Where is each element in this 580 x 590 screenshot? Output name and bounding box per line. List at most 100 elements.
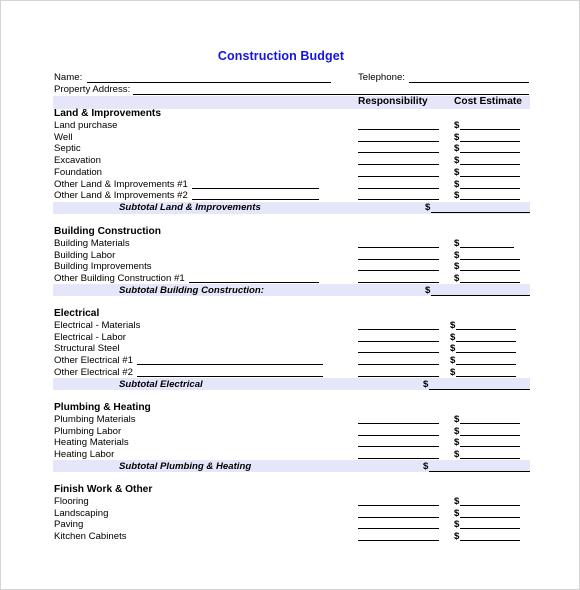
responsibility-field[interactable] <box>358 258 439 260</box>
cost-estimate-field[interactable] <box>460 140 520 142</box>
subtotal-currency-symbol: $ <box>425 202 431 213</box>
responsibility-field[interactable] <box>358 422 439 424</box>
subtotal-field[interactable] <box>429 470 530 472</box>
responsibility-field[interactable] <box>358 540 439 541</box>
cost-estimate-field[interactable] <box>460 504 520 506</box>
cost-estimate-field[interactable] <box>456 328 516 330</box>
subtotal-label: Subtotal Land & Improvements <box>119 202 261 213</box>
line-item-label: Land purchase <box>54 119 118 131</box>
subtotal-label: Subtotal Building Construction: <box>119 284 264 296</box>
line-item-label: Landscaping <box>54 507 109 519</box>
cost-estimate-field[interactable] <box>456 352 516 354</box>
subtotal-currency-symbol: $ <box>423 378 429 390</box>
telephone-field[interactable] <box>409 82 529 83</box>
other-description-field[interactable] <box>136 364 323 365</box>
currency-symbol: $ <box>454 531 460 542</box>
cost-estimate-field[interactable] <box>460 246 514 248</box>
section-heading: Land & Improvements <box>54 108 161 119</box>
currency-symbol: $ <box>454 425 460 437</box>
currency-symbol: $ <box>454 249 460 261</box>
cost-estimate-field[interactable] <box>460 187 520 189</box>
responsibility-field[interactable] <box>358 328 439 330</box>
responsibility-field[interactable] <box>358 199 439 201</box>
currency-symbol: $ <box>454 437 460 449</box>
subtotal-field[interactable] <box>431 212 530 213</box>
subtotal-label: Subtotal Electrical <box>119 378 203 390</box>
cost-estimate-field[interactable] <box>460 446 520 448</box>
line-item-label: Well <box>54 131 73 143</box>
cost-estimate-field[interactable] <box>460 270 520 272</box>
other-description-field[interactable] <box>188 282 319 283</box>
responsibility-field[interactable] <box>358 434 439 436</box>
cost-estimate-field[interactable] <box>460 152 520 154</box>
currency-symbol: $ <box>450 331 456 343</box>
responsibility-field[interactable] <box>358 187 439 189</box>
cost-estimate-field[interactable] <box>460 199 520 201</box>
currency-symbol: $ <box>454 166 460 178</box>
subtotal-field[interactable] <box>429 388 530 390</box>
cost-estimate-field[interactable] <box>460 540 520 541</box>
responsibility-field[interactable] <box>358 140 439 142</box>
currency-symbol: $ <box>454 261 460 273</box>
property-address-field[interactable] <box>133 94 529 95</box>
line-item-label: Flooring <box>54 495 89 507</box>
cost-estimate-field[interactable] <box>460 434 520 436</box>
cost-estimate-field[interactable] <box>460 128 520 130</box>
cost-estimate-field[interactable] <box>456 375 516 377</box>
other-description-field[interactable] <box>191 199 319 201</box>
currency-symbol: $ <box>454 155 460 166</box>
line-item-label: Foundation <box>54 166 103 178</box>
responsibility-field[interactable] <box>358 128 439 130</box>
currency-symbol: $ <box>454 237 460 249</box>
responsibility-field[interactable] <box>358 504 439 506</box>
cost-estimate-field[interactable] <box>460 282 520 283</box>
currency-symbol: $ <box>454 178 460 190</box>
cost-estimate-field[interactable] <box>456 340 516 342</box>
cost-estimate-field[interactable] <box>456 364 516 365</box>
cost-estimate-field[interactable] <box>460 164 520 165</box>
line-item-label: Kitchen Cabinets <box>54 531 127 542</box>
cost-estimate-field[interactable] <box>460 258 520 260</box>
section-heading: Plumbing & Heating <box>54 402 151 413</box>
name-label: Name: <box>54 72 83 83</box>
column-header-responsibility: Responsibility <box>358 96 428 107</box>
subtotal-field[interactable] <box>431 294 530 296</box>
responsibility-field[interactable] <box>358 340 439 342</box>
currency-symbol: $ <box>454 131 460 143</box>
subtotal-label: Subtotal Plumbing & Heating <box>119 460 252 472</box>
responsibility-field[interactable] <box>358 516 439 518</box>
cost-estimate-field[interactable] <box>460 175 520 177</box>
currency-symbol: $ <box>454 449 460 460</box>
cost-estimate-field[interactable] <box>460 422 520 424</box>
line-item-label: Heating Labor <box>54 449 115 460</box>
property-address-label: Property Address: <box>54 84 131 95</box>
other-description-field[interactable] <box>136 375 323 377</box>
responsibility-field[interactable] <box>358 528 439 530</box>
responsibility-field[interactable] <box>358 175 439 177</box>
currency-symbol: $ <box>454 495 460 507</box>
line-item-label: Structural Steel <box>54 343 120 355</box>
responsibility-field[interactable] <box>358 246 439 248</box>
responsibility-field[interactable] <box>358 375 439 377</box>
line-item-label: Other Electrical #2 <box>54 366 133 378</box>
responsibility-field[interactable] <box>358 364 439 365</box>
line-item-label: Plumbing Labor <box>54 425 122 437</box>
line-item-label: Electrical - Labor <box>54 331 126 343</box>
cost-estimate-field[interactable] <box>460 458 520 459</box>
line-item-label: Building Materials <box>54 237 130 249</box>
responsibility-field[interactable] <box>358 282 439 283</box>
responsibility-field[interactable] <box>358 446 439 448</box>
currency-symbol: $ <box>454 507 460 519</box>
cost-estimate-field[interactable] <box>460 516 520 518</box>
cost-estimate-field[interactable] <box>460 528 520 530</box>
responsibility-field[interactable] <box>358 352 439 354</box>
responsibility-field[interactable] <box>358 270 439 272</box>
responsibility-field[interactable] <box>358 458 439 459</box>
column-header-cost-estimate: Cost Estimate <box>454 96 522 107</box>
responsibility-field[interactable] <box>358 164 439 165</box>
other-description-field[interactable] <box>191 187 319 189</box>
currency-symbol: $ <box>450 319 456 331</box>
responsibility-field[interactable] <box>358 152 439 154</box>
name-field[interactable] <box>87 82 331 83</box>
line-item-label: Other Building Construction #1 <box>54 273 185 284</box>
